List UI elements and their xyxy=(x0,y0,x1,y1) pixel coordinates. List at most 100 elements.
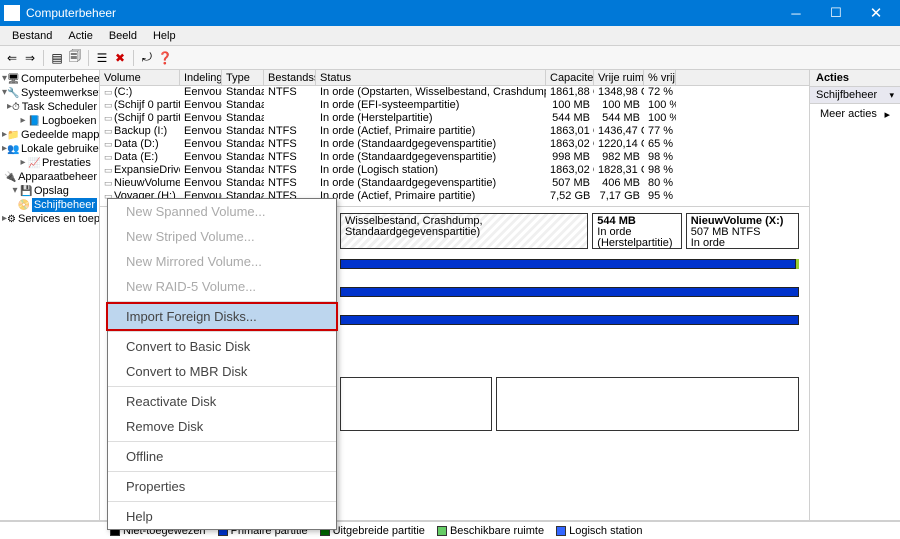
volume-fs: NTFS xyxy=(264,138,316,151)
tree-label: Prestaties xyxy=(42,156,91,170)
volume-pct: 100 % xyxy=(644,99,676,112)
volume-capacity: 1863,01 GB xyxy=(546,125,594,138)
disk-row-3[interactable] xyxy=(340,315,799,325)
context-separator xyxy=(108,331,336,332)
tree-label: Logboeken xyxy=(42,114,96,128)
column-header[interactable]: Capaciteit xyxy=(546,70,594,85)
tree-expand-icon[interactable]: ▸ xyxy=(18,114,28,128)
tree-node-icon: 💾 xyxy=(20,185,32,197)
volume-name: ▭Backup (I:) xyxy=(100,125,180,138)
tree-item[interactable]: ▸📈Prestaties xyxy=(0,156,99,170)
tree-item[interactable]: ▾🔧Systeemwerkset xyxy=(0,86,99,100)
tree-item[interactable]: ▸⚙Services en toepassingen xyxy=(0,212,99,226)
tree-item[interactable]: ▸👥Lokale gebruikers en gr... xyxy=(0,142,99,156)
minimize-button[interactable]: ─ xyxy=(776,0,816,26)
partition-c[interactable]: Wisselbestand, Crashdump, Standaardgegev… xyxy=(340,213,588,249)
volume-row[interactable]: ▭ExpansieDrive (Z:)EenvoudigStandaardNTF… xyxy=(100,164,809,177)
column-header[interactable]: Vrije ruimte xyxy=(594,70,644,85)
volume-free: 100 MB xyxy=(594,99,644,112)
toolbar-icon-7[interactable]: ❓ xyxy=(157,50,173,66)
context-menu: New Spanned Volume...New Striped Volume.… xyxy=(107,198,337,530)
column-header[interactable]: Type xyxy=(222,70,264,85)
tree-pane: ▾🖥Computerbeheer (lokaal)▾🔧Systeemwerkse… xyxy=(0,70,100,520)
actions-header: Acties xyxy=(810,70,900,87)
volume-icon: ▭ xyxy=(104,177,114,190)
tree-label: Task Scheduler xyxy=(22,100,97,114)
tree-expand-icon[interactable]: ▾ xyxy=(10,184,20,198)
tree-item[interactable]: 🔌Apparaatbeheer xyxy=(0,170,99,184)
disk-row-1[interactable] xyxy=(340,259,799,269)
partition-nieuwvolume[interactable]: NieuwVolume (X:) 507 MB NTFS In orde (St… xyxy=(686,213,799,249)
context-item[interactable]: Help xyxy=(108,504,336,529)
volume-pct: 77 % xyxy=(644,125,676,138)
menu-bestand[interactable]: Bestand xyxy=(4,30,60,42)
volume-row[interactable]: ▭NieuwVolume (X:)EenvoudigStandaardNTFSI… xyxy=(100,177,809,190)
toolbar-icon-4[interactable]: ☰ xyxy=(94,50,110,66)
column-header[interactable]: Bestandssysteem xyxy=(264,70,316,85)
menu-help[interactable]: Help xyxy=(145,30,184,42)
context-item: New Spanned Volume... xyxy=(108,199,336,224)
tree-item[interactable]: ▾🖥Computerbeheer (lokaal) xyxy=(0,72,99,86)
close-button[interactable]: ✕ xyxy=(856,0,896,26)
toolbar: ⇐⇒ ▤🗐 ☰✖ ⤾❓ xyxy=(0,46,900,70)
titlebar[interactable]: Computerbeheer ─ ☐ ✕ xyxy=(0,0,900,26)
volume-capacity: 1863,02 GB xyxy=(546,164,594,177)
volume-name: ▭NieuwVolume (X:) xyxy=(100,177,180,190)
tree-item[interactable]: ▸📘Logboeken xyxy=(0,114,99,128)
context-item[interactable]: Offline xyxy=(108,444,336,469)
tree-label: Opslag xyxy=(34,184,69,198)
column-header[interactable]: % vrij xyxy=(644,70,676,85)
tree-item[interactable]: 📀Schijfbeheer xyxy=(0,198,99,212)
tree-item[interactable]: ▸⏱Task Scheduler xyxy=(0,100,99,114)
tree-node-icon: 📈 xyxy=(28,157,40,169)
toolbar-icon-5[interactable]: ✖ xyxy=(112,50,128,66)
tree-item[interactable]: ▸📁Gedeelde mappen xyxy=(0,128,99,142)
context-item[interactable]: Properties xyxy=(108,474,336,499)
toolbar-icon-0[interactable]: ⇐ xyxy=(4,50,20,66)
tree-node-icon: 📁 xyxy=(7,129,19,141)
volume-row[interactable]: ▭Backup (I:)EenvoudigStandaardNTFSIn ord… xyxy=(100,125,809,138)
volume-capacity: 1861,88 GB xyxy=(546,86,594,99)
disk-row-2[interactable] xyxy=(340,287,799,297)
context-item[interactable]: Convert to MBR Disk xyxy=(108,359,336,384)
toolbar-icon-2[interactable]: ▤ xyxy=(49,50,65,66)
context-item[interactable]: Import Foreign Disks... xyxy=(108,304,336,329)
context-item[interactable]: Remove Disk xyxy=(108,414,336,439)
more-actions-link[interactable]: Meer acties ▸ xyxy=(810,104,900,124)
disk-row-4[interactable] xyxy=(340,377,799,431)
volume-row[interactable]: ▭Data (E:)EenvoudigStandaardNTFSIn orde … xyxy=(100,151,809,164)
partition-box[interactable] xyxy=(496,377,799,431)
menu-beeld[interactable]: Beeld xyxy=(101,30,145,42)
partition-recovery[interactable]: 544 MB In orde (Herstelpartitie) xyxy=(592,213,681,249)
toolbar-icon-6[interactable]: ⤾ xyxy=(139,50,155,66)
tree-item[interactable]: ▾💾Opslag xyxy=(0,184,99,198)
context-separator xyxy=(108,501,336,502)
toolbar-icon-1[interactable]: ⇒ xyxy=(22,50,38,66)
volume-row[interactable]: ▭Data (D:)EenvoudigStandaardNTFSIn orde … xyxy=(100,138,809,151)
column-header[interactable]: Status xyxy=(316,70,546,85)
maximize-button[interactable]: ☐ xyxy=(816,0,856,26)
column-header[interactable]: Volume xyxy=(100,70,180,85)
volume-icon: ▭ xyxy=(104,86,114,99)
context-item[interactable]: Reactivate Disk xyxy=(108,389,336,414)
volume-fs: NTFS xyxy=(264,151,316,164)
volume-row[interactable]: ▭(Schijf 0 partitie 1)EenvoudigStandaard… xyxy=(100,99,809,112)
volume-capacity: 544 MB xyxy=(546,112,594,125)
partition-box[interactable] xyxy=(340,377,492,431)
column-header[interactable]: Indeling xyxy=(180,70,222,85)
volume-name: ▭Data (D:) xyxy=(100,138,180,151)
volume-pct: 98 % xyxy=(644,151,676,164)
app-icon xyxy=(4,5,20,21)
context-item[interactable]: Convert to Basic Disk xyxy=(108,334,336,359)
actions-section[interactable]: Schijfbeheer ▾ xyxy=(810,87,900,104)
menu-actie[interactable]: Actie xyxy=(60,30,100,42)
volume-row[interactable]: ▭(C:)EenvoudigStandaardNTFSIn orde (Opst… xyxy=(100,86,809,99)
actions-section-label: Schijfbeheer xyxy=(816,89,877,101)
volume-name: ▭Data (E:) xyxy=(100,151,180,164)
volume-type: Standaard xyxy=(222,86,264,99)
volume-list[interactable]: ▭(C:)EenvoudigStandaardNTFSIn orde (Opst… xyxy=(100,86,809,206)
toolbar-icon-3[interactable]: 🗐 xyxy=(67,50,83,66)
tree-expand-icon[interactable]: ▸ xyxy=(18,156,28,170)
volume-row[interactable]: ▭(Schijf 0 partitie 4)EenvoudigStandaard… xyxy=(100,112,809,125)
tree-node-icon: 🖥 xyxy=(7,73,19,85)
